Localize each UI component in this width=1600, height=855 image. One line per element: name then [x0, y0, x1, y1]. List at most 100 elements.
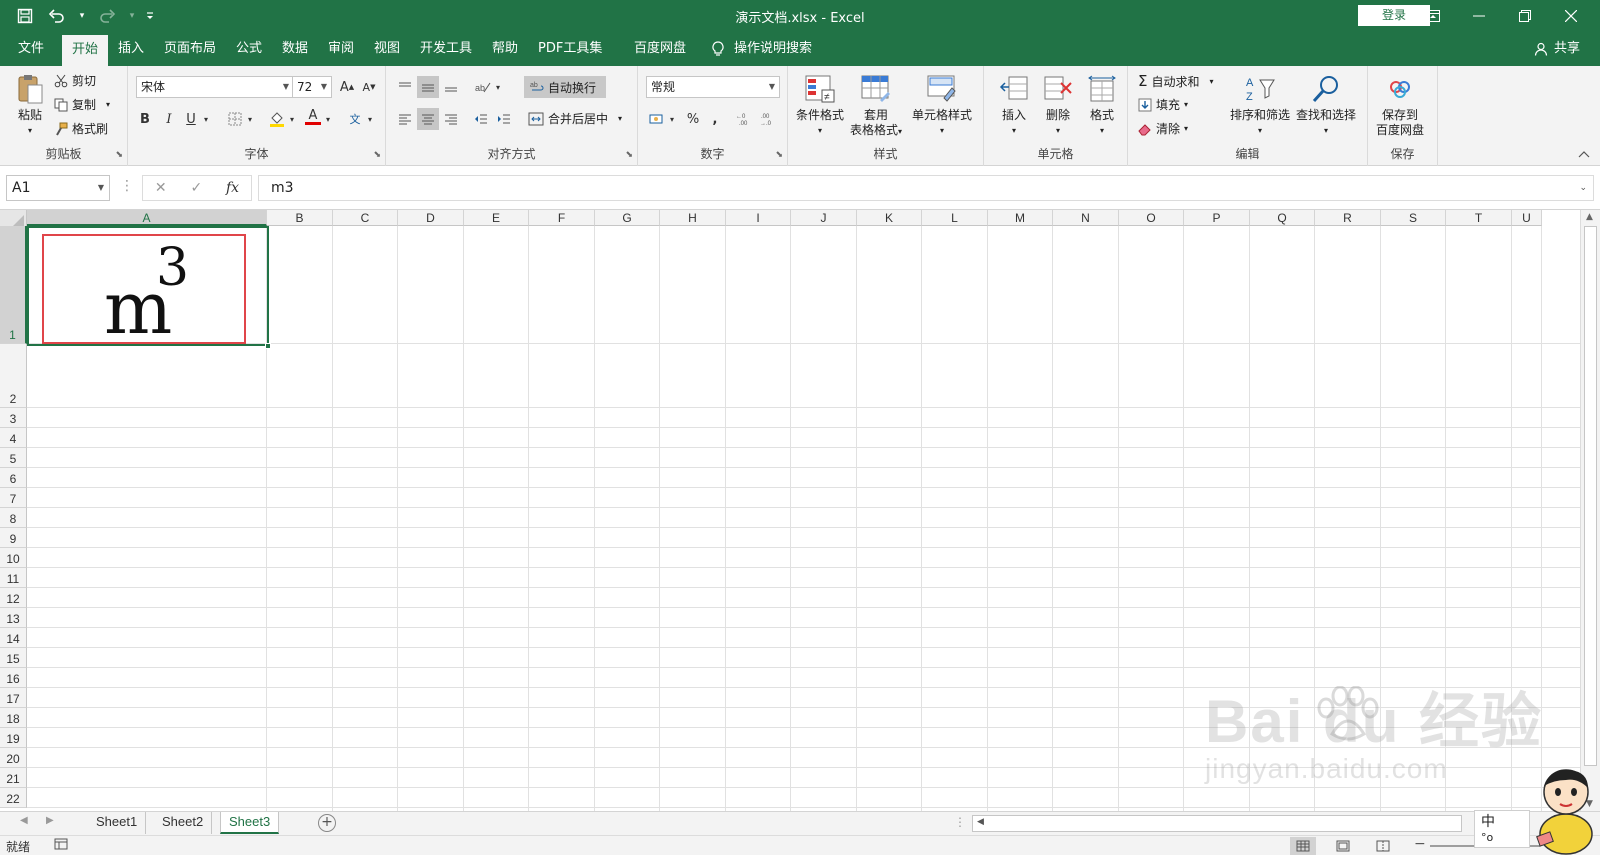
conditional-dropdown-icon[interactable]: ▾: [818, 123, 822, 138]
percent-button[interactable]: %: [682, 108, 704, 130]
borders-dropdown-icon[interactable]: ▾: [244, 108, 256, 130]
macro-record-icon[interactable]: [54, 838, 68, 853]
column-header-e[interactable]: E: [464, 210, 529, 226]
formula-bar-grip-icon[interactable]: ⋮: [120, 178, 134, 194]
copy-dropdown-icon[interactable]: ▾: [106, 100, 110, 109]
close-icon[interactable]: [1548, 0, 1594, 32]
column-header-a[interactable]: A: [27, 210, 267, 226]
row-header-20[interactable]: 20: [0, 748, 27, 768]
minimize-icon[interactable]: [1456, 0, 1502, 32]
name-box[interactable]: A1 ▼: [6, 175, 110, 201]
increase-decimal-icon[interactable]: ←0.00: [734, 108, 756, 130]
dialog-launcher-icon[interactable]: ⬊: [373, 150, 381, 160]
tab-data[interactable]: 数据: [272, 32, 318, 66]
column-header-p[interactable]: P: [1184, 210, 1250, 226]
format-dropdown-icon[interactable]: ▾: [1100, 123, 1104, 138]
fill-dropdown-icon[interactable]: ▾: [1184, 100, 1188, 109]
expand-formula-icon[interactable]: ⌄: [1579, 176, 1587, 200]
tab-split-handle-icon[interactable]: ⋮: [954, 815, 966, 829]
collapse-ribbon-icon[interactable]: [1578, 150, 1590, 161]
worksheet-grid[interactable]: ABCDEFGHIJKLMNOPQRSTU 1 2 3 4 5 6 7 8 9 10 11 12 13 1…: [0, 210, 1600, 811]
shrink-font-button[interactable]: A ▼: [358, 76, 380, 98]
share-button[interactable]: 共享: [1534, 32, 1580, 66]
phonetic-guide-button[interactable]: 文: [344, 108, 366, 130]
find-select-button[interactable]: 查找和选择 ▾: [1296, 72, 1356, 138]
tab-view[interactable]: 视图: [364, 32, 410, 66]
cell-styles-dropdown-icon[interactable]: ▾: [940, 123, 944, 138]
borders-icon[interactable]: [224, 108, 246, 130]
row-header-8[interactable]: 8: [0, 508, 27, 528]
font-size-combo[interactable]: 72 ▼: [292, 76, 332, 98]
insert-function-button[interactable]: fx: [226, 180, 239, 196]
dialog-launcher-icon[interactable]: ⬊: [775, 150, 783, 160]
ime-indicator[interactable]: 中 °o: [1474, 810, 1530, 848]
font-name-combo[interactable]: 宋体 ▼: [136, 76, 294, 98]
column-header-b[interactable]: B: [267, 210, 333, 226]
conditional-formatting-button[interactable]: ≠ 条件格式 ▾: [796, 72, 844, 138]
sheet-tab-sheet2[interactable]: Sheet2: [154, 812, 213, 834]
align-top-icon[interactable]: [394, 76, 416, 98]
row-header-12[interactable]: 12: [0, 588, 27, 608]
underline-dropdown-icon[interactable]: ▾: [200, 108, 212, 130]
italic-button[interactable]: I: [158, 108, 180, 130]
column-header-n[interactable]: N: [1053, 210, 1119, 226]
scroll-left-icon[interactable]: ◀: [977, 817, 984, 827]
sheet-tab-sheet1[interactable]: Sheet1: [88, 812, 147, 834]
clear-dropdown-icon[interactable]: ▾: [1184, 124, 1188, 133]
column-header-u[interactable]: U: [1512, 210, 1542, 226]
cancel-icon[interactable]: ✕: [155, 180, 167, 196]
accounting-dropdown-icon[interactable]: ▾: [666, 108, 678, 130]
column-header-o[interactable]: O: [1119, 210, 1184, 226]
column-header-s[interactable]: S: [1381, 210, 1446, 226]
autosum-button[interactable]: Σ 自动求和 ▾: [1138, 72, 1214, 90]
tab-insert[interactable]: 插入: [108, 32, 154, 66]
grow-font-button[interactable]: A ▲: [336, 76, 358, 98]
column-header-c[interactable]: C: [333, 210, 398, 226]
next-sheet-icon[interactable]: ▶: [46, 815, 54, 826]
tab-pdf-tools[interactable]: PDF工具集: [528, 32, 612, 66]
row-header-16[interactable]: 16: [0, 668, 27, 688]
add-sheet-button[interactable]: +: [318, 814, 336, 832]
row-header-17[interactable]: 17: [0, 688, 27, 708]
row-header-4[interactable]: 4: [0, 428, 27, 448]
format-as-table-button[interactable]: 套用 表格格式▾: [850, 72, 902, 139]
row-header-13[interactable]: 13: [0, 608, 27, 628]
align-bottom-icon[interactable]: [440, 76, 462, 98]
column-header-j[interactable]: J: [791, 210, 857, 226]
formula-input[interactable]: m3 ⌄: [258, 175, 1594, 201]
align-middle-icon[interactable]: [417, 76, 439, 98]
column-header-g[interactable]: G: [595, 210, 660, 226]
tab-home[interactable]: 开始: [62, 35, 109, 69]
sort-filter-button[interactable]: AZ 排序和筛选 ▾: [1230, 72, 1290, 138]
horizontal-scrollbar[interactable]: ◀: [972, 815, 1462, 832]
delete-dropdown-icon[interactable]: ▾: [1056, 123, 1060, 138]
restore-icon[interactable]: [1502, 0, 1548, 32]
row-header-9[interactable]: 9: [0, 528, 27, 548]
table-format-dropdown-icon[interactable]: ▾: [898, 127, 902, 136]
row-header-22[interactable]: 22: [0, 788, 27, 808]
align-center-icon[interactable]: [417, 108, 439, 130]
format-painter-button[interactable]: 格式刷: [54, 120, 108, 137]
save-to-baidu-button[interactable]: 保存到 百度网盘: [1376, 72, 1424, 138]
paste-dropdown-icon[interactable]: ▾: [28, 123, 32, 138]
enter-icon[interactable]: ✓: [190, 180, 202, 196]
find-select-dropdown-icon[interactable]: ▾: [1324, 123, 1328, 138]
bold-button[interactable]: B: [134, 108, 156, 130]
column-header-f[interactable]: F: [529, 210, 595, 226]
comma-button[interactable]: ,: [704, 108, 726, 130]
tab-file[interactable]: 文件: [8, 32, 54, 66]
insert-dropdown-icon[interactable]: ▾: [1012, 123, 1016, 138]
column-header-d[interactable]: D: [398, 210, 464, 226]
orientation-dropdown-icon[interactable]: ▾: [492, 76, 504, 98]
fill-color-icon[interactable]: [266, 108, 288, 130]
cut-button[interactable]: 剪切: [54, 72, 96, 89]
wrap-text-button[interactable]: ab 自动换行: [524, 76, 606, 98]
tab-developer[interactable]: 开发工具: [410, 32, 482, 66]
dialog-launcher-icon[interactable]: ⬊: [115, 150, 123, 160]
insert-cells-button[interactable]: 插入 ▾: [996, 72, 1032, 138]
delete-cells-button[interactable]: 删除 ▾: [1040, 72, 1076, 138]
column-header-t[interactable]: T: [1446, 210, 1512, 226]
merge-center-button[interactable]: 合并后居中 ▾: [528, 110, 622, 127]
format-cells-button[interactable]: 格式 ▾: [1084, 72, 1120, 138]
row-header-5[interactable]: 5: [0, 448, 27, 468]
